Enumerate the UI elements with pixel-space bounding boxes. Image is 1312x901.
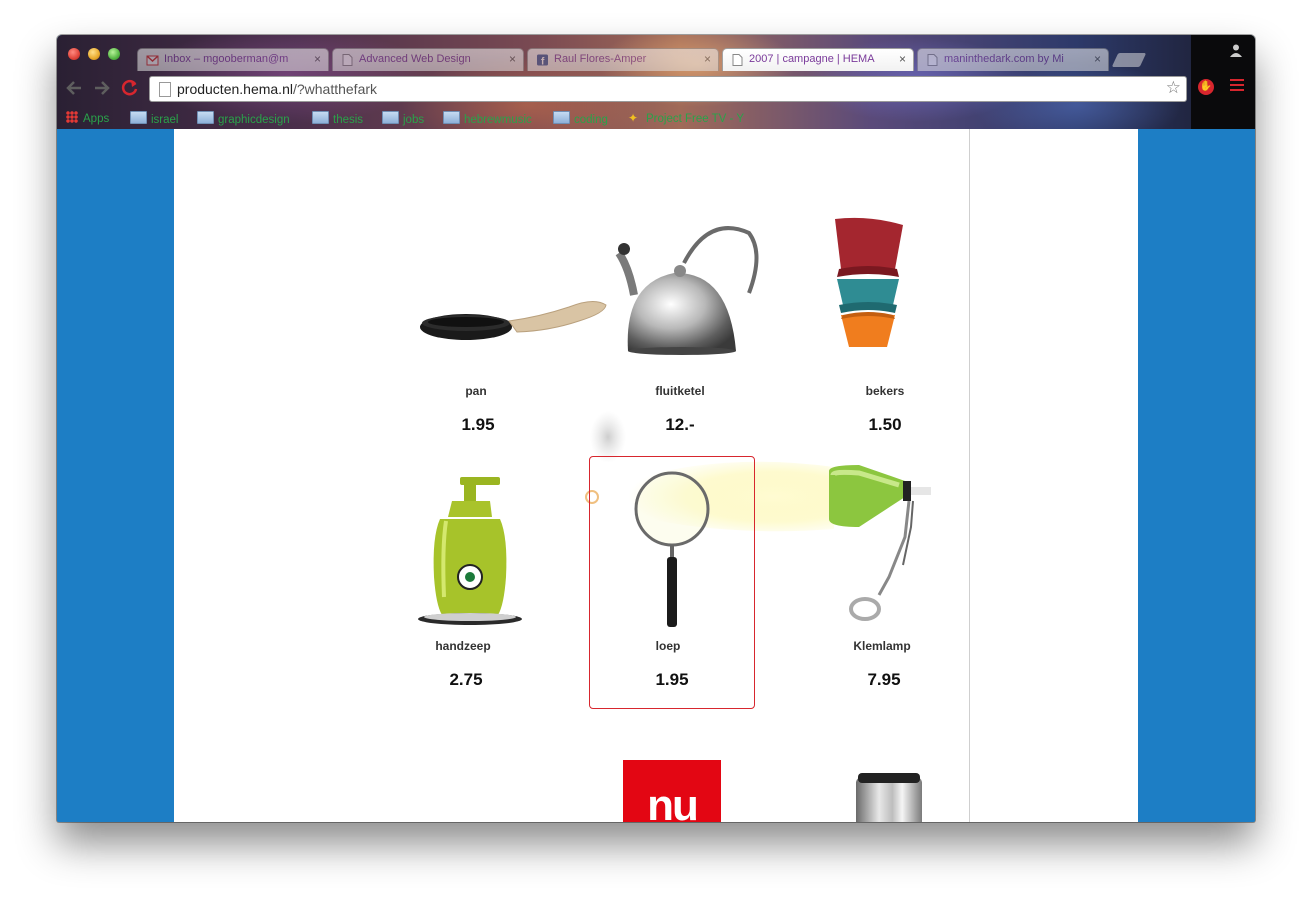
apps-grid-icon [66,111,78,123]
zoom-window-button[interactable] [108,48,120,60]
tab-advanced-web-design[interactable]: Advanced Web Design × [332,48,524,71]
tab-label: Advanced Web Design [359,53,471,65]
thermos-image[interactable] [856,773,922,822]
bookmark-jobs[interactable]: jobs [382,111,424,126]
bookmark-projectfreetv[interactable]: ✦ Project Free TV - Y [628,111,744,125]
forward-icon[interactable] [93,79,111,102]
product-price: 1.95 [655,670,689,689]
adblock-icon[interactable]: ✋ [1198,79,1214,95]
facebook-icon: f [537,54,548,68]
address-bar[interactable]: producten.hema.nl/?whatthefark ☆ [149,76,1187,102]
folder-icon [312,111,329,124]
page-icon [927,54,938,66]
tab-label: Inbox – mgooberman@m [164,53,289,65]
product-name: fluitketel [655,384,705,398]
page-icon [732,54,743,66]
tab-maninthedark[interactable]: maninthedark.com by Mi × [917,48,1109,71]
bookmark-label: Apps [83,113,110,125]
bookmark-label: coding [574,114,608,126]
browser-toolbar: producten.hema.nl/?whatthefark ☆ [57,71,1255,107]
bookmark-thesis[interactable]: thesis [312,111,363,126]
bookmark-israel[interactable]: israel [130,111,178,126]
clamp-lamp-image[interactable] [829,465,939,627]
product-price: 7.95 [867,670,901,689]
browser-window: Inbox – mgooberman@m × Advanced Web Desi… [57,35,1255,822]
reload-icon[interactable] [121,79,139,102]
product-name: bekers [865,384,905,398]
tab-inbox[interactable]: Inbox – mgooberman@m × [137,48,329,71]
profile-icon[interactable] [1229,43,1243,60]
tab-close-icon[interactable]: × [704,52,711,66]
product-name: loep [655,639,681,653]
folder-icon [443,111,460,124]
tab-label: 2007 | campagne | HEMA [749,53,875,65]
back-icon[interactable] [65,79,83,102]
bookmark-label: Project Free TV - Y [646,113,744,125]
tab-hema-campagne[interactable]: 2007 | campagne | HEMA × [722,48,914,71]
url-text: producten.hema.nl/?whatthefark [177,81,377,97]
product-name: pan [465,384,487,398]
kettle-image[interactable] [614,223,759,358]
product-name: Klemlamp [853,639,911,653]
bookmark-apps[interactable]: Apps [66,111,109,125]
bookmark-hebrewmusic[interactable]: hebrewmusic [443,111,532,126]
bookmark-star-icon[interactable]: ☆ [1166,78,1181,98]
hema-nu-logo[interactable]: nu [623,760,721,822]
tab-close-icon[interactable]: × [1094,52,1101,66]
tab-label: maninthedark.com by Mi [944,53,1064,65]
page-viewport: pan 1.95 fluitketel 12.- bekers 1.50 han… [57,129,1255,822]
column-divider [969,129,970,822]
page-icon [159,82,171,97]
url-host: producten.hema.nl [177,81,293,97]
product-page: pan 1.95 fluitketel 12.- bekers 1.50 han… [174,129,1138,822]
product-price: 2.75 [449,670,483,689]
tab-close-icon[interactable]: × [509,52,516,66]
close-window-button[interactable] [68,48,80,60]
folder-icon [130,111,147,124]
bookmark-label: israel [151,114,179,126]
gmail-icon [146,54,159,66]
folder-icon [553,111,570,124]
pan-image[interactable] [419,297,609,347]
minimize-window-button[interactable] [88,48,100,60]
tab-facebook[interactable]: f Raul Flores-Amper × [527,48,719,71]
url-path: /?whatthefark [292,81,378,97]
tab-close-icon[interactable]: × [314,52,321,66]
folder-icon [197,111,214,124]
bookmark-label: hebrewmusic [464,114,532,126]
bookmark-label: thesis [333,114,364,126]
product-name: handzeep [435,639,491,653]
page-icon [342,54,353,66]
projectfreetv-icon: ✦ [628,111,639,125]
cups-image[interactable] [831,217,906,349]
bookmark-label: jobs [403,114,425,126]
product-price: 1.95 [461,415,495,434]
bookmark-coding[interactable]: coding [553,111,608,126]
menu-icon[interactable] [1230,79,1244,94]
bookmark-label: graphicdesign [218,114,290,126]
tab-close-icon[interactable]: × [899,52,906,66]
tab-label: Raul Flores-Amper [554,53,647,65]
bookmark-graphicdesign[interactable]: graphicdesign [197,111,290,126]
folder-icon [382,111,399,124]
bookmarks-bar: Apps israel graphicdesign thesis jobs he… [57,107,1255,129]
soap-image[interactable] [412,477,522,627]
